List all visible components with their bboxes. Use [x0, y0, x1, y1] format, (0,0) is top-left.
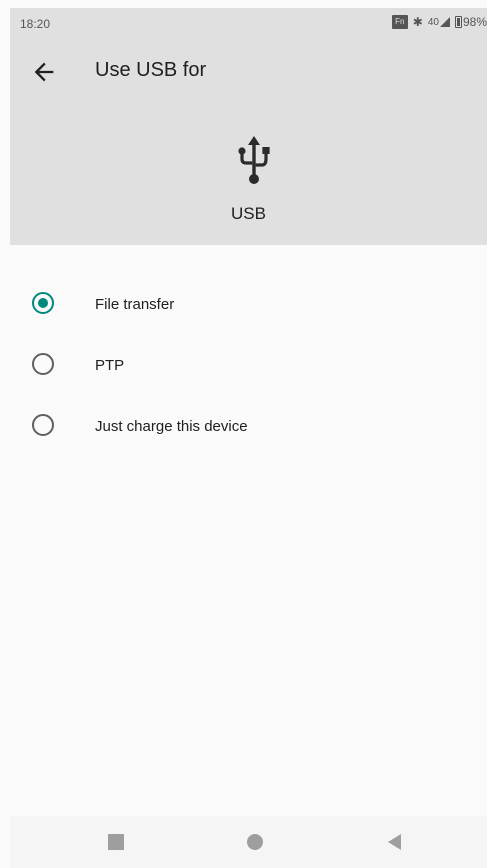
status-icons: Fn ✱ 40 98% [391, 15, 487, 29]
header-area: 18:20 Fn ✱ 40 98% Use USB for USB [10, 8, 487, 245]
signal-indicator: 40 [428, 17, 450, 28]
option-file-transfer[interactable]: File transfer [0, 272, 487, 333]
option-ptp[interactable]: PTP [0, 333, 487, 394]
page-title: Use USB for [95, 59, 207, 81]
device-label: USB [231, 204, 266, 223]
arrow-back-icon[interactable] [30, 58, 58, 86]
option-charge-only[interactable]: Just charge this device [0, 394, 487, 455]
signal-text: 40 [427, 16, 439, 28]
fn-badge-icon: Fn [391, 15, 408, 29]
radio-button-checked[interactable] [32, 292, 54, 314]
square-icon[interactable] [104, 830, 128, 854]
radio-button[interactable] [32, 353, 54, 375]
option-label: Just charge this device [95, 418, 248, 435]
status-time: 18:20 [20, 17, 51, 31]
battery-indicator: 98% [454, 15, 487, 29]
signal-icon [439, 17, 450, 27]
usb-preferences-screen: 18:20 Fn ✱ 40 98% Use USB for USB File t… [0, 0, 487, 868]
option-label: PTP [95, 357, 125, 374]
circle-icon[interactable] [243, 830, 267, 854]
usb-icon [238, 136, 270, 184]
bluetooth-icon: ✱ [412, 15, 423, 29]
triangle-back-icon[interactable] [383, 830, 407, 854]
status-bar: 18:20 Fn ✱ 40 98% [10, 8, 487, 38]
battery-icon [454, 16, 462, 28]
system-nav-bar [10, 816, 487, 868]
usb-options-list: File transfer PTP Just charge this devic… [0, 272, 487, 455]
radio-button[interactable] [32, 414, 54, 436]
option-label: File transfer [95, 296, 175, 313]
app-bar: Use USB for [10, 48, 487, 96]
battery-text: 98% [462, 15, 487, 29]
